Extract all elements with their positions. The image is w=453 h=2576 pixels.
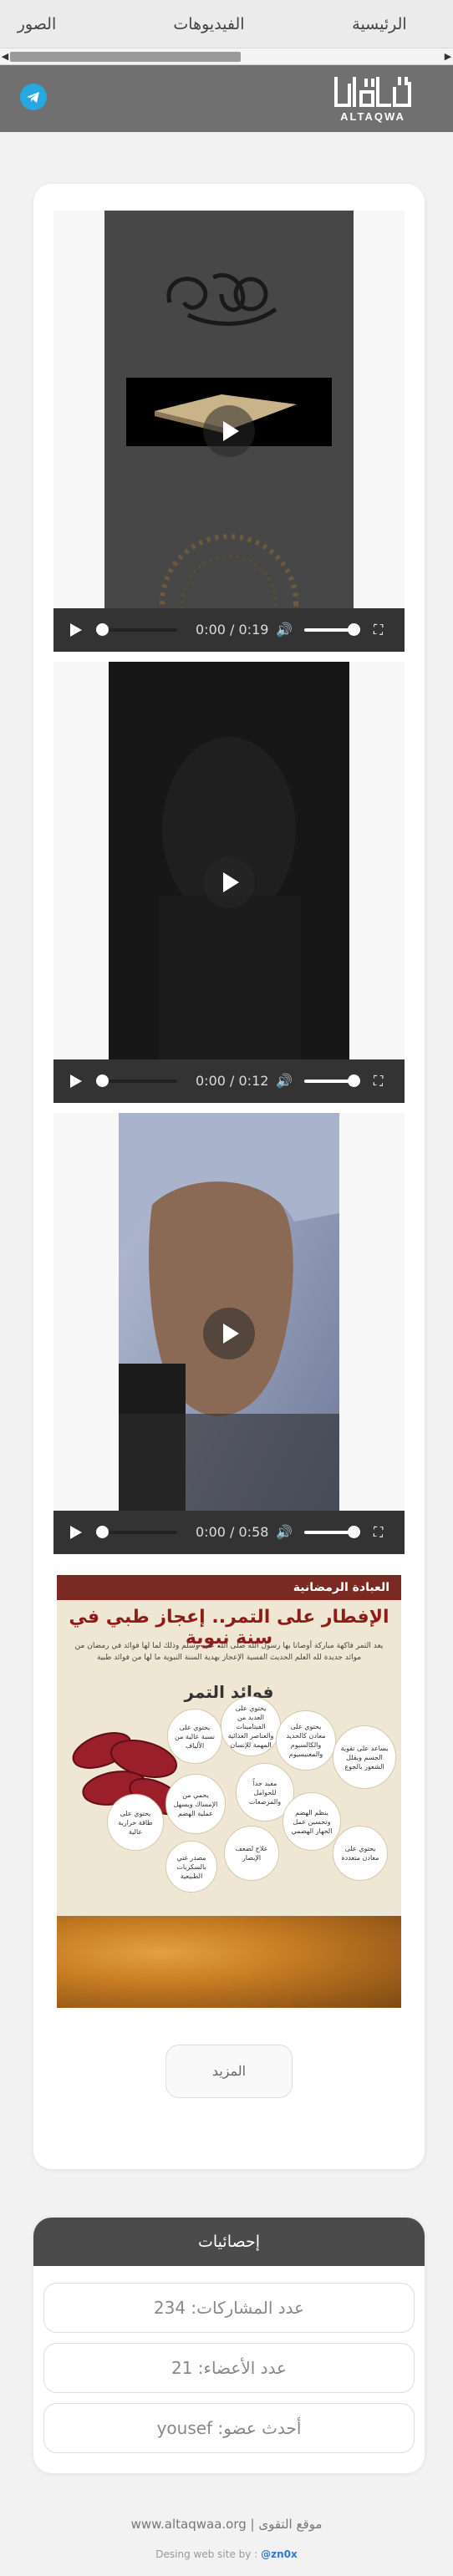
benefit-bubble: مصدر غني بالسكريات الطبيعية xyxy=(165,1841,217,1893)
load-more-button[interactable]: المزيد xyxy=(165,2045,293,2098)
footer-site-link[interactable]: موقع التقوى | www.altaqwaa.org xyxy=(0,2517,453,2532)
play-icon[interactable] xyxy=(69,1511,85,1554)
video-controls: 0:00 / 0:12 🔊 ⛶ xyxy=(53,1059,405,1103)
benefit-bubble: يحتوي على معادن كالحديد والكالسيوم والمغ… xyxy=(276,1710,336,1771)
scrollbar-thumb[interactable] xyxy=(10,52,241,62)
poster-intro: يعد التمر فاكهة مباركة أوصانا بها رسول ا… xyxy=(74,1642,384,1662)
telegram-icon[interactable] xyxy=(20,84,47,110)
video-player[interactable]: 0:00 / 0:12 🔊 ⛶ xyxy=(53,662,405,1103)
statistics-title: إحصائيات xyxy=(33,2218,425,2266)
video-player[interactable]: 0:00 / 0:19 🔊 ⛶ xyxy=(53,211,405,652)
nav-item-home[interactable]: الرئيسية xyxy=(338,0,421,48)
fullscreen-icon[interactable]: ⛶ xyxy=(374,1059,392,1103)
progress-bar[interactable] xyxy=(96,623,177,636)
top-nav: الرئيسية الفيديوهات الصور xyxy=(0,0,453,48)
benefit-bubble: يحتوي على معادن متعددة xyxy=(333,1826,388,1881)
volume-slider[interactable] xyxy=(304,623,360,636)
footer-credit: Desing web site by : @zn0x xyxy=(0,2548,453,2560)
benefit-bubble: يحتوي على نسبة عالية من الألياف xyxy=(167,1709,222,1764)
benefit-bubble: يحمي من الإمساك ويسهل عملية الهضم xyxy=(165,1774,226,1834)
nav-item-photos[interactable]: الصور xyxy=(12,0,62,48)
play-overlay-button[interactable] xyxy=(203,1308,255,1359)
benefit-bubble: علاج لضعف الإبصار xyxy=(224,1826,279,1881)
time-display: 0:00 / 0:58 xyxy=(196,1524,269,1540)
benefit-bubble: يساعد على تقوية الجسم ويقلل الشعور بالجو… xyxy=(333,1725,396,1789)
stat-newest-member: أحدث عضو: yousef xyxy=(43,2403,415,2453)
volume-slider[interactable] xyxy=(304,1075,360,1087)
benefit-bubble: يحتوي على العديد من الفيتامينات والعناصر… xyxy=(221,1696,281,1756)
progress-knob[interactable] xyxy=(96,623,109,636)
scroll-left-arrow-icon[interactable]: ◀ xyxy=(0,48,10,65)
post-image-dates-poster[interactable]: العبادة الرمضانية الإفطار على التمر.. إع… xyxy=(57,1575,401,2008)
footer-credit-text: Desing web site by : xyxy=(155,2548,258,2560)
play-icon[interactable] xyxy=(69,608,85,652)
time-display: 0:00 / 0:12 xyxy=(196,1073,269,1089)
benefit-bubble: ينظم الهضم وتحسين عمل الجهاز الهضمي xyxy=(282,1792,341,1851)
nav-item-videos[interactable]: الفيديوهات xyxy=(150,0,267,48)
fullscreen-icon[interactable]: ⛶ xyxy=(374,608,392,652)
play-overlay-button[interactable] xyxy=(203,856,255,908)
volume-knob[interactable] xyxy=(348,623,360,636)
site-header: ALTAQWA xyxy=(0,65,453,132)
progress-knob[interactable] xyxy=(96,1075,109,1087)
video-controls: 0:00 / 0:58 🔊 ⛶ xyxy=(53,1511,405,1554)
progress-knob[interactable] xyxy=(96,1526,109,1538)
volume-knob[interactable] xyxy=(348,1075,360,1087)
video-player[interactable]: 0:00 / 0:58 🔊 ⛶ xyxy=(53,1113,405,1554)
progress-bar[interactable] xyxy=(96,1075,177,1087)
volume-icon[interactable]: 🔊 xyxy=(276,1059,294,1103)
time-display: 0:00 / 0:19 xyxy=(196,622,269,638)
poster-band-text: العبادة الرمضانية xyxy=(293,1581,389,1594)
volume-icon[interactable]: 🔊 xyxy=(276,608,294,652)
scroll-right-arrow-icon[interactable]: ▶ xyxy=(443,48,453,65)
posts-card: 0:00 / 0:19 🔊 ⛶ 0:00 / 0:12 🔊 ⛶ 0:00 / 0… xyxy=(33,184,425,2169)
logo-graphic: ALTAQWA xyxy=(334,77,411,123)
poster-subtitle: فوائد التمر xyxy=(184,1682,274,1702)
stat-members-count: عدد الأعضاء: 21 xyxy=(43,2343,415,2393)
volume-knob[interactable] xyxy=(348,1526,360,1538)
stat-posts-count: عدد المشاركات: 234 xyxy=(43,2283,415,2333)
fullscreen-icon[interactable]: ⛶ xyxy=(374,1511,392,1554)
play-overlay-button[interactable] xyxy=(203,405,255,457)
logo-latin-text: ALTAQWA xyxy=(340,110,405,123)
horizontal-scrollbar[interactable]: ◀ ▶ xyxy=(0,48,453,65)
statistics-panel: إحصائيات عدد المشاركات: 234 عدد الأعضاء:… xyxy=(33,2218,425,2473)
progress-bar[interactable] xyxy=(96,1526,177,1538)
volume-icon[interactable]: 🔊 xyxy=(276,1511,294,1554)
benefit-bubble: يحتوي على طاقة حرارية عالية xyxy=(107,1794,164,1851)
footer-author-link[interactable]: @zn0x xyxy=(261,2548,298,2560)
video-controls: 0:00 / 0:19 🔊 ⛶ xyxy=(53,608,405,652)
site-logo[interactable]: ALTAQWA xyxy=(329,74,416,124)
dates-pile-graphic xyxy=(57,1916,401,2008)
play-icon[interactable] xyxy=(69,1059,85,1103)
volume-slider[interactable] xyxy=(304,1526,360,1538)
